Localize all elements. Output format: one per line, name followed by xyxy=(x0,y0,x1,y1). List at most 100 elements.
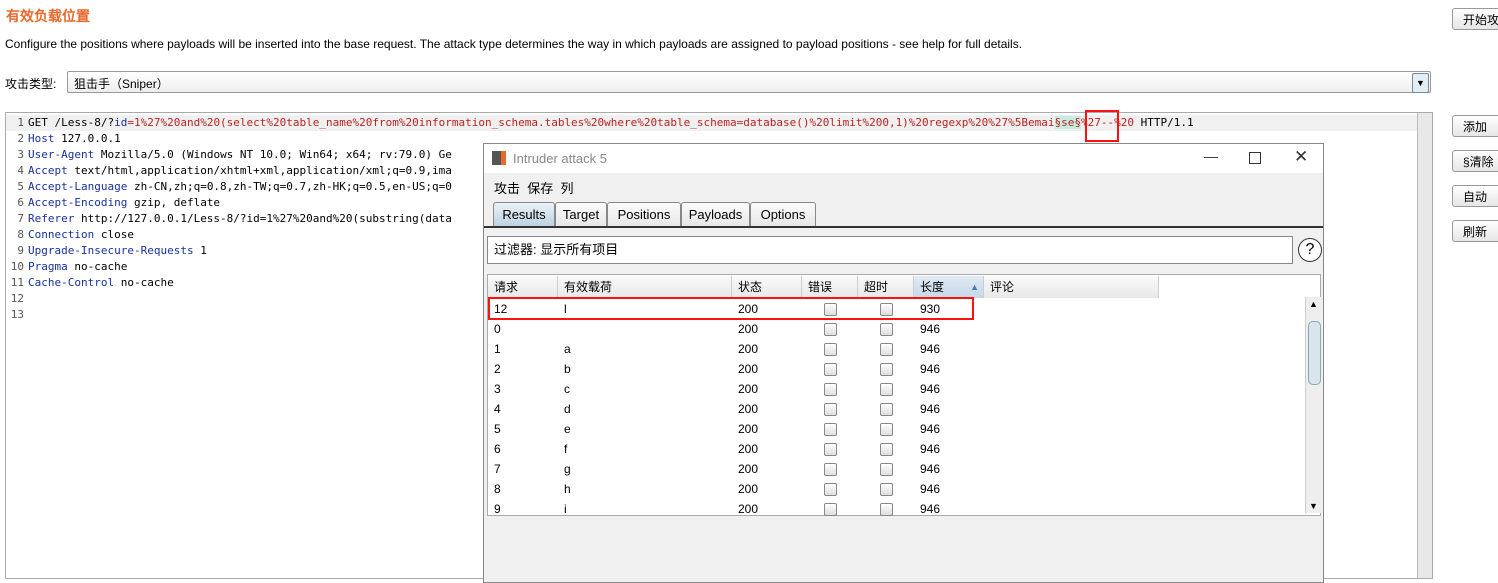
error-checkbox[interactable] xyxy=(824,403,837,416)
protocol: HTTP/1.1 xyxy=(1134,116,1194,129)
error-checkbox[interactable] xyxy=(824,423,837,436)
error-checkbox[interactable] xyxy=(824,383,837,396)
error-checkbox[interactable] xyxy=(824,443,837,456)
error-checkbox[interactable] xyxy=(824,343,837,356)
scrollbar-thumb[interactable] xyxy=(1308,321,1321,385)
error-checkbox[interactable] xyxy=(824,503,837,516)
tab-results[interactable]: Results xyxy=(493,202,555,227)
col-timeout[interactable]: 超时 xyxy=(858,276,914,298)
header-key: Accept-Language xyxy=(28,180,128,193)
cell-request: 0 xyxy=(494,322,501,336)
header-key: Pragma xyxy=(28,260,68,273)
cell-request: 6 xyxy=(494,442,501,456)
table-row[interactable]: 5 e 200 946 xyxy=(491,419,1162,439)
chevron-down-icon[interactable]: ▼ xyxy=(1412,73,1429,93)
timeout-checkbox[interactable] xyxy=(880,363,893,376)
header-key: Referer xyxy=(28,212,75,225)
cell-request: 7 xyxy=(494,462,501,476)
tab-payloads[interactable]: Payloads xyxy=(681,202,750,227)
cell-request: 5 xyxy=(494,422,501,436)
cell-payload: h xyxy=(564,482,571,496)
payload-marker[interactable]: §se§ xyxy=(1054,116,1082,129)
scroll-up-icon[interactable]: ▲ xyxy=(1309,299,1318,309)
menu-bar: 攻击 保存 列 xyxy=(494,178,574,197)
header-value: text/html,application/xhtml+xml,applicat… xyxy=(67,164,452,177)
header-line: 10 Pragma no-cache xyxy=(10,260,128,273)
header-line: 7 Referer http://127.0.0.1/Less-8/?id=1%2… xyxy=(17,212,452,225)
start-attack-button[interactable]: 开始攻 xyxy=(1452,8,1498,30)
error-checkbox[interactable] xyxy=(824,363,837,376)
header-line: 11 Cache-Control no-cache xyxy=(10,276,174,289)
col-status[interactable]: 状态 xyxy=(732,276,802,298)
cell-status: 200 xyxy=(738,422,759,436)
timeout-checkbox[interactable] xyxy=(880,383,893,396)
timeout-checkbox[interactable] xyxy=(880,403,893,416)
table-row[interactable]: 6 f 200 946 xyxy=(491,439,1162,459)
help-icon[interactable]: ? xyxy=(1298,238,1322,262)
col-length[interactable]: 长度 ▲ xyxy=(914,276,984,298)
cell-length: 946 xyxy=(920,442,941,456)
header-line: 8 Connection close xyxy=(17,228,134,241)
header-line: 4 Accept text/html,application/xhtml+xml,… xyxy=(17,164,452,177)
table-row[interactable]: 4 d 200 946 xyxy=(491,399,1162,419)
tab-positions[interactable]: Positions xyxy=(607,202,681,227)
cell-request: 2 xyxy=(494,362,501,376)
table-row[interactable]: 9 i 200 946 xyxy=(491,499,1162,519)
table-scrollbar[interactable]: ▲ ▼ xyxy=(1305,297,1321,513)
error-checkbox[interactable] xyxy=(824,323,837,336)
add-marker-button[interactable]: 添加 xyxy=(1452,115,1498,137)
tab-options[interactable]: Options xyxy=(750,202,816,227)
cell-payload: c xyxy=(564,382,570,396)
table-row[interactable]: 2 b 200 946 xyxy=(491,359,1162,379)
timeout-checkbox[interactable] xyxy=(880,503,893,516)
intruder-attack-window: Intruder attack 5 — ✕ 攻击 保存 列 Results Ta… xyxy=(483,143,1324,583)
timeout-checkbox[interactable] xyxy=(880,423,893,436)
table-row[interactable]: 1 a 200 946 xyxy=(491,339,1162,359)
cell-status: 200 xyxy=(738,362,759,376)
timeout-checkbox[interactable] xyxy=(880,483,893,496)
error-checkbox[interactable] xyxy=(824,463,837,476)
header-key: Upgrade-Insecure-Requests xyxy=(28,244,194,257)
title-bar: Intruder attack 5 — ✕ xyxy=(484,144,1323,173)
close-icon[interactable]: ✕ xyxy=(1294,147,1308,167)
header-line: 2 Host 127.0.0.1 xyxy=(17,132,121,145)
cell-status: 200 xyxy=(738,402,759,416)
header-value: no-cache xyxy=(114,276,174,289)
header-line: 9 Upgrade-Insecure-Requests 1 xyxy=(17,244,207,257)
table-row[interactable]: 7 g 200 946 xyxy=(491,459,1162,479)
col-comment[interactable]: 评论 xyxy=(984,276,1159,298)
eq: = xyxy=(127,116,134,129)
minimize-icon[interactable]: — xyxy=(1204,148,1218,164)
attack-type-select[interactable]: 狙击手（Sniper） ▼ xyxy=(67,71,1431,93)
timeout-checkbox[interactable] xyxy=(880,343,893,356)
error-checkbox[interactable] xyxy=(824,483,837,496)
cell-payload: e xyxy=(564,422,571,436)
timeout-checkbox[interactable] xyxy=(880,443,893,456)
table-row[interactable]: 0 200 946 xyxy=(491,319,1162,339)
maximize-icon[interactable] xyxy=(1249,152,1261,164)
cell-request: 9 xyxy=(494,502,501,516)
refresh-button[interactable]: 刷新 xyxy=(1452,220,1498,242)
menu-save[interactable]: 保存 xyxy=(527,181,553,196)
col-request[interactable]: 请求 xyxy=(488,276,558,298)
editor-scrollbar[interactable] xyxy=(1417,113,1432,578)
table-row[interactable]: 3 c 200 946 xyxy=(491,379,1162,399)
cell-payload: f xyxy=(564,442,568,456)
scroll-down-icon[interactable]: ▼ xyxy=(1309,501,1318,511)
col-payload[interactable]: 有效载荷 xyxy=(558,276,732,298)
header-key: Accept-Encoding xyxy=(28,196,128,209)
menu-columns[interactable]: 列 xyxy=(561,181,574,196)
auto-marker-button[interactable]: 自动 xyxy=(1452,185,1498,207)
clear-marker-button[interactable]: §清除 xyxy=(1452,150,1498,172)
filter-bar[interactable]: 过滤器: 显示所有项目 xyxy=(487,236,1293,264)
menu-attack[interactable]: 攻击 xyxy=(494,181,520,196)
col-error[interactable]: 错误 xyxy=(802,276,858,298)
timeout-checkbox[interactable] xyxy=(880,323,893,336)
timeout-checkbox[interactable] xyxy=(880,463,893,476)
col-length-label: 长度 xyxy=(920,280,945,294)
table-row[interactable]: 8 h 200 946 xyxy=(491,479,1162,499)
header-value: no-cache xyxy=(67,260,128,273)
header-value: zh-CN,zh;q=0.8,zh-TW;q=0.7,zh-HK;q=0.5,e… xyxy=(127,180,452,193)
header-value: close xyxy=(94,228,134,241)
tab-target[interactable]: Target xyxy=(555,202,607,227)
